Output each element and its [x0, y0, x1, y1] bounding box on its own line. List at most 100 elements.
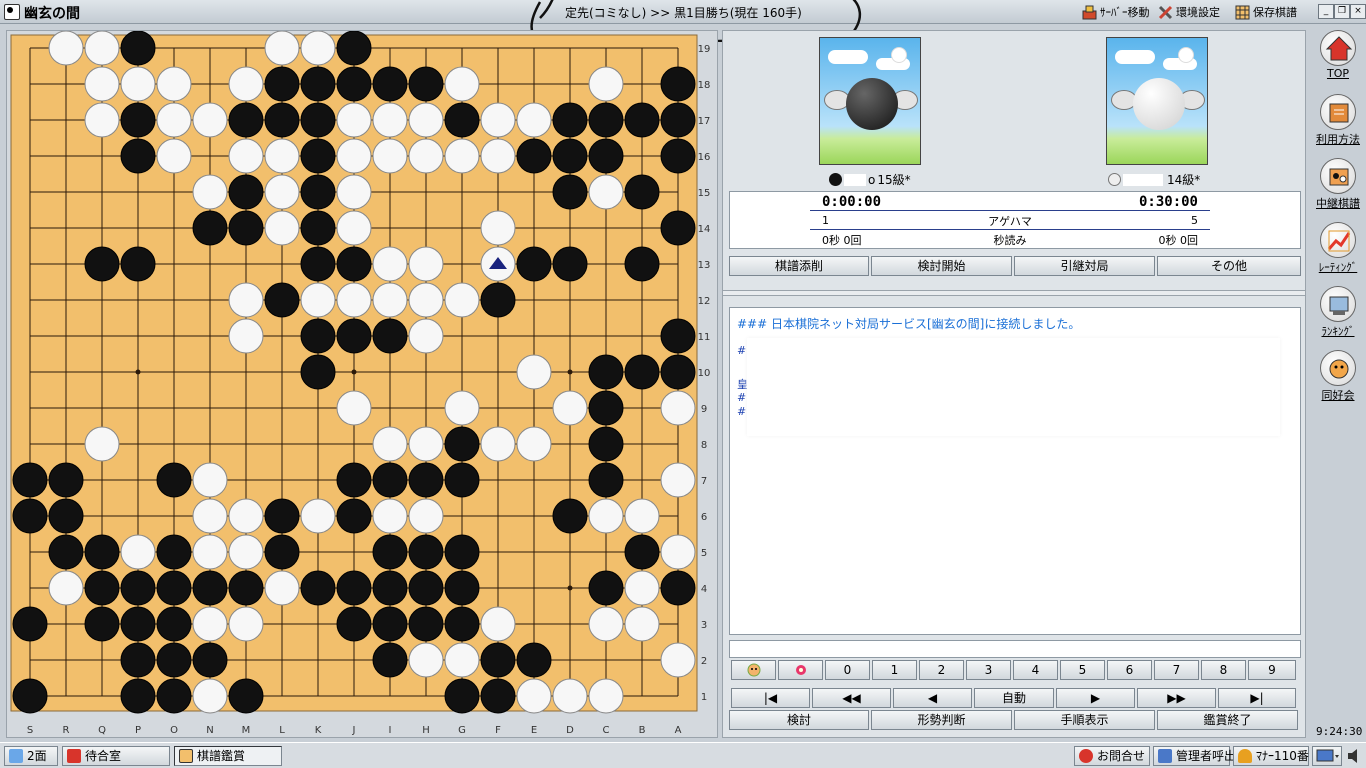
fast-forward-button[interactable]: ▶▶	[1137, 688, 1216, 708]
black-stone	[336, 318, 372, 354]
face-emote-button[interactable]	[731, 660, 776, 680]
number-button-1[interactable]: 1	[872, 660, 917, 680]
taskbar-call-admin[interactable]: 管理者呼出	[1153, 746, 1236, 766]
forward-button[interactable]: ▶	[1056, 688, 1135, 708]
number-button-0[interactable]: 0	[825, 660, 870, 680]
club-icon	[1320, 350, 1356, 386]
black-stone	[372, 462, 408, 498]
white-stone	[552, 390, 588, 426]
row-label: 11	[698, 332, 711, 343]
column-label: Q	[98, 725, 106, 736]
black-stone	[552, 174, 588, 210]
last-move-button[interactable]: ▶|	[1218, 688, 1296, 708]
end-viewing-button[interactable]: 鑑賞終了	[1157, 710, 1298, 730]
settings-menu[interactable]: 環境設定	[1158, 4, 1220, 20]
server-move-menu[interactable]: ｻｰﾊﾞｰ移動	[1082, 4, 1150, 20]
column-label: P	[135, 725, 141, 736]
number-button-6[interactable]: 6	[1107, 660, 1152, 680]
white-stone	[192, 174, 228, 210]
black-stone	[192, 210, 228, 246]
white-stone	[444, 282, 480, 318]
minimize-button[interactable]: _	[1318, 4, 1334, 19]
black-stone	[372, 606, 408, 642]
white-stone	[192, 462, 228, 498]
show-move-order-button[interactable]: 手順表示	[1014, 710, 1155, 730]
black-stone	[624, 246, 660, 282]
nav-club[interactable]: 同好会	[1314, 350, 1362, 403]
game-clock-box: 0:00:00 0:30:00 1 アゲハマ 5 0秒 0回 秒読み 0秒 0回	[729, 191, 1301, 249]
black-stone	[336, 498, 372, 534]
taskbar-screens[interactable]: 2面	[4, 746, 58, 766]
fast-back-button[interactable]: ◀◀	[812, 688, 891, 708]
nav-relay-label: 中継棋譜	[1316, 197, 1360, 210]
go-board[interactable]: S R Q P O N M L K J I H G F E D C B A191817161514131211109…	[7, 31, 719, 739]
row-label: 4	[701, 584, 707, 595]
number-button-4[interactable]: 4	[1013, 660, 1058, 680]
position-evaluation-button[interactable]: 形勢判断	[871, 710, 1012, 730]
number-button-5[interactable]: 5	[1060, 660, 1105, 680]
continue-game-button[interactable]: 引継対局	[1014, 256, 1155, 276]
taskbar-display-toggle[interactable]	[1312, 746, 1342, 766]
white-stone	[372, 138, 408, 174]
white-stone	[336, 138, 372, 174]
nav-top[interactable]: TOP	[1314, 30, 1362, 80]
row-label: 10	[698, 368, 711, 379]
taskbar-contact[interactable]: お問合せ	[1074, 746, 1150, 766]
black-stone	[552, 246, 588, 282]
white-stone	[408, 102, 444, 138]
flower-emote-button[interactable]	[778, 660, 823, 680]
white-stone	[516, 426, 552, 462]
black-stone	[48, 534, 84, 570]
black-stone	[84, 570, 120, 606]
first-move-button[interactable]: |◀	[731, 688, 810, 708]
taskbar-waiting-room[interactable]: 待合室	[62, 746, 170, 766]
settings-tools-icon	[1158, 5, 1173, 20]
column-label: M	[242, 725, 251, 736]
chat-log[interactable]: ### 日本棋院ネット対局サービス[幽玄の間]に接続しました。 ## 皇 ## …	[729, 307, 1301, 635]
saved-records-menu[interactable]: 保存棋譜	[1235, 4, 1297, 20]
white-stone	[264, 210, 300, 246]
black-stone	[408, 462, 444, 498]
column-label: K	[315, 725, 322, 736]
restore-button[interactable]: ❐	[1334, 4, 1350, 19]
start-analysis-button[interactable]: 検討開始	[871, 256, 1012, 276]
chat-input[interactable]	[729, 640, 1301, 658]
number-button-7[interactable]: 7	[1154, 660, 1199, 680]
speaker-icon[interactable]	[1346, 747, 1362, 765]
black-stone	[156, 606, 192, 642]
white-stone	[264, 174, 300, 210]
column-label: C	[603, 725, 610, 736]
back-button[interactable]: ◀	[893, 688, 972, 708]
black-stone	[156, 534, 192, 570]
analyze-button[interactable]: 検討	[729, 710, 869, 730]
ranking-icon	[1320, 286, 1356, 322]
nav-rating[interactable]: ﾚｰﾃｨﾝｸﾞ	[1314, 222, 1362, 275]
taskbar-manner[interactable]: ﾏﾅｰ110番	[1233, 746, 1309, 766]
nav-how-to-use[interactable]: 利用方法	[1314, 94, 1362, 147]
nav-ranking[interactable]: ﾗﾝｷﾝｸﾞ	[1314, 286, 1362, 339]
row-label: 13	[698, 260, 711, 271]
captures-label: アゲハマ	[988, 214, 1032, 228]
captures-row: 1 アゲハマ 5	[810, 212, 1210, 230]
white-stone	[300, 282, 336, 318]
black-stone	[660, 102, 696, 138]
number-button-9[interactable]: 9	[1248, 660, 1296, 680]
byoyomi-label: 秒読み	[993, 234, 1027, 247]
number-button-8[interactable]: 8	[1201, 660, 1246, 680]
close-button[interactable]: ×	[1350, 4, 1366, 19]
flower-emote-icon	[795, 665, 806, 675]
black-stone	[84, 606, 120, 642]
white-stone	[228, 318, 264, 354]
number-button-3[interactable]: 3	[966, 660, 1011, 680]
auto-play-button[interactable]: 自動	[974, 688, 1054, 708]
rating-icon	[1320, 222, 1356, 258]
column-label: L	[279, 725, 285, 736]
number-button-2[interactable]: 2	[919, 660, 964, 680]
other-button[interactable]: その他	[1157, 256, 1301, 276]
row-label: 1	[701, 692, 707, 703]
taskbar-record-viewing[interactable]: 棋譜鑑賞	[174, 746, 282, 766]
nav-relay-records[interactable]: 中継棋譜	[1314, 158, 1362, 211]
black-stone	[12, 498, 48, 534]
white-byoyomi: 0秒 0回	[1158, 234, 1199, 247]
record-review-button[interactable]: 棋譜添削	[729, 256, 869, 276]
